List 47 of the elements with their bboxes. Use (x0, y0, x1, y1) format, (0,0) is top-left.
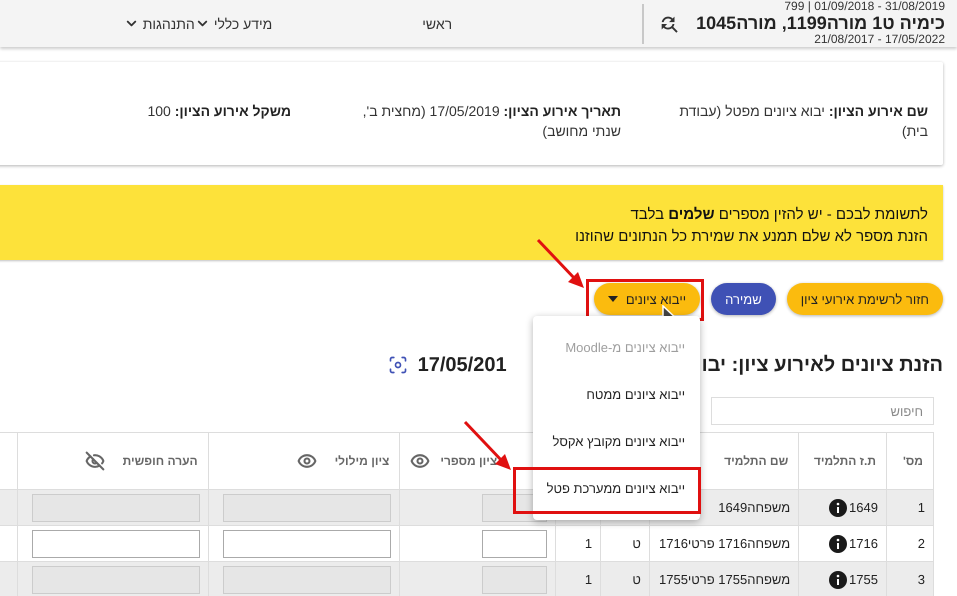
menu-item[interactable]: ייבוא ציונים ממערכת פטל (546, 481, 686, 496)
search-field[interactable]: חיפוש (711, 397, 934, 425)
table-cell: 1716 (849, 536, 878, 551)
table-cell: ט (632, 536, 641, 551)
eye-off-icon[interactable] (84, 451, 105, 471)
menu-item[interactable]: ייבוא ציונים מקובץ אקסל (552, 434, 686, 449)
column-header: ציון מספרי (440, 454, 498, 468)
grade-input[interactable] (482, 530, 548, 558)
event-info-text: שם אירוע הציון: יבוא ציונים מפטל (עבודת בית) (678, 102, 928, 141)
table-cell: 3 (918, 572, 925, 587)
column-header: ציון מילולי (334, 454, 390, 468)
table-cell: משפחה1716 פרטי1716 (659, 536, 790, 551)
save-button[interactable]: שמירה (711, 283, 776, 315)
table-cell: 1 (584, 572, 592, 587)
focus-icon[interactable] (388, 355, 408, 375)
notice-text: הזנת מספר לא שלם תמנע את שמירת כל הנתונים שהוזנו (574, 227, 928, 247)
table-cell: 1755 (849, 572, 878, 587)
table-cell: משפחה1755 פרטי1755 (659, 572, 790, 587)
eye-icon[interactable] (410, 451, 430, 471)
table-cell: 1649 (849, 500, 878, 515)
table-cell: 1 (584, 536, 592, 551)
table-cell: משפחה1649 (718, 500, 790, 515)
column-header: ת.ז התלמיד (814, 454, 876, 468)
course-dates: 17/05/2022 - 21/08/2017 (814, 33, 945, 47)
column-header: שם התלמיד (724, 454, 788, 468)
info-icon[interactable] (829, 534, 848, 552)
course-title: כימיה ט1 מורה1199, מורה1045 (696, 14, 945, 34)
caret-icon (608, 296, 618, 302)
event-info-text: תאריך אירוע הציון: 17/05/2019 (מחצית ב', שנתי מחושב) (362, 102, 621, 141)
nav-item[interactable]: מידע כללי (194, 16, 272, 32)
period-text: 31/08/2019 - 01/09/2018 | 799 (784, 0, 945, 14)
import-button[interactable]: ייבוא ציונים (594, 283, 700, 315)
grade-input[interactable] (223, 530, 392, 558)
menu-item[interactable]: ייבוא ציונים ממטח (586, 387, 686, 402)
column-header: הערה חופשית (122, 454, 198, 468)
nav-item[interactable]: ראשי (422, 16, 452, 32)
back-button[interactable]: חזור לרשימת אירועי ציון (786, 283, 943, 315)
notice-text: לתשומת לבכם - יש להזין מספרים שלמים בלבד (629, 205, 928, 225)
nav-item[interactable]: התנהגות (124, 16, 195, 32)
column-header: מס' (903, 454, 923, 468)
grade-input[interactable] (32, 530, 200, 558)
page-heading: הזנת ציונים לאירוע ציון: יבו (702, 354, 943, 376)
table-cell: 2 (918, 536, 925, 551)
eye-icon[interactable] (296, 451, 317, 471)
heading-date: 17/05/201 (418, 354, 507, 376)
table-cell: ט (632, 572, 641, 587)
table-cell: 1 (918, 500, 925, 515)
